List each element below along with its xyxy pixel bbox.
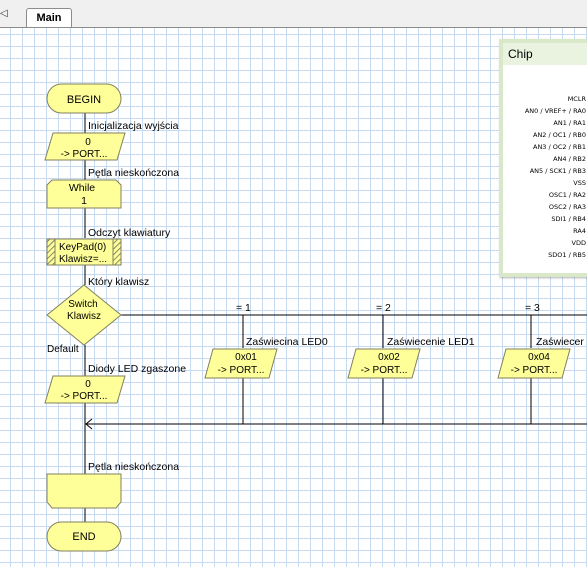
- default-value: 0: [85, 379, 91, 390]
- default-label: Default: [47, 344, 79, 355]
- init-value: 0: [85, 137, 91, 148]
- case1-output-block[interactable]: 0x01 -> PORT...: [204, 348, 278, 379]
- while-loop-block[interactable]: While 1: [46, 179, 122, 209]
- loop-end-block[interactable]: [46, 473, 122, 509]
- chip-pin: MCLR: [567, 95, 586, 103]
- chip-pin: SDO1 / RB5: [548, 251, 586, 259]
- case3-output-block[interactable]: 0x04 -> PORT...: [497, 348, 571, 379]
- keypad-call: KeyPad(0): [59, 242, 106, 253]
- switch-block[interactable]: Switch Klawisz: [46, 284, 122, 346]
- chip-pin-list: MCLR AN0 / VREF+ / RA0 AN1 / RA1 AN2 / O…: [525, 93, 586, 261]
- chip-pin: VDD: [571, 239, 586, 247]
- chip-pin: AN3 / OC2 / RB1: [533, 143, 586, 151]
- while-condition: 1: [81, 195, 87, 207]
- case1-target: -> PORT...: [218, 365, 265, 376]
- case3-value: 0x04: [528, 352, 550, 363]
- read-comment: Odczyt klawiatury: [88, 227, 171, 239]
- case2-target: -> PORT...: [361, 365, 408, 376]
- begin-terminal[interactable]: BEGIN: [46, 83, 122, 114]
- init-output-block[interactable]: 0 -> PORT...: [44, 132, 126, 161]
- chip-pin: SDI1 / RB4: [551, 215, 586, 223]
- chip-pin: OSC2 / RA3: [548, 203, 586, 211]
- init-comment: Inicjalizacja wyjścia: [88, 120, 179, 132]
- chip-pin: VSS: [573, 179, 586, 187]
- case2-label: = 2: [376, 302, 391, 314]
- chip-pin: AN5 / SCK1 / RB3: [529, 167, 586, 175]
- switch-variable: Klawisz: [67, 311, 101, 322]
- loop-end-comment: Pętla nieskończona: [88, 461, 179, 473]
- chip-pin: OSC1 / RA2: [548, 191, 586, 199]
- loop-comment: Pętla nieskończona: [88, 167, 179, 179]
- case1-comment: Zaświecina LED0: [246, 336, 328, 348]
- case3-comment: Zaświecer: [536, 336, 584, 348]
- which-comment: Który klawisz: [88, 276, 149, 288]
- case2-output-block[interactable]: 0x02 -> PORT...: [347, 348, 421, 379]
- case3-target: -> PORT...: [511, 365, 558, 376]
- end-label: END: [72, 531, 95, 543]
- keypad-assign: Klawisz=...: [59, 254, 107, 265]
- keypad-call-block[interactable]: KeyPad(0) Klawisz=...: [46, 238, 122, 266]
- init-target: -> PORT...: [61, 149, 108, 160]
- case3-label: = 3: [525, 302, 540, 314]
- while-label: While: [69, 182, 95, 194]
- case1-label: = 1: [236, 302, 251, 314]
- begin-label: BEGIN: [67, 94, 101, 106]
- case2-value: 0x02: [378, 352, 400, 363]
- default-target: -> PORT...: [61, 391, 108, 402]
- chip-panel[interactable]: Chip MCLR AN0 / VREF+ / RA0 AN1 / RA1 AN…: [499, 39, 587, 277]
- case2-comment: Zaświecenie LED1: [387, 336, 475, 348]
- chip-title: Chip: [503, 43, 587, 65]
- case1-value: 0x01: [235, 352, 257, 363]
- switch-label: Switch: [68, 299, 97, 310]
- chip-pin: AN4 / RB2: [553, 155, 586, 163]
- default-comment: Diody LED zgaszone: [88, 363, 186, 375]
- chip-pin: RA4: [573, 227, 586, 235]
- chip-pin: AN2 / OC1 / RB0: [533, 131, 586, 139]
- default-output-block[interactable]: 0 -> PORT...: [44, 375, 126, 404]
- chip-pin: AN0 / VREF+ / RA0: [524, 107, 586, 115]
- end-terminal[interactable]: END: [46, 521, 122, 552]
- chip-pin: AN1 / RA1: [553, 119, 586, 127]
